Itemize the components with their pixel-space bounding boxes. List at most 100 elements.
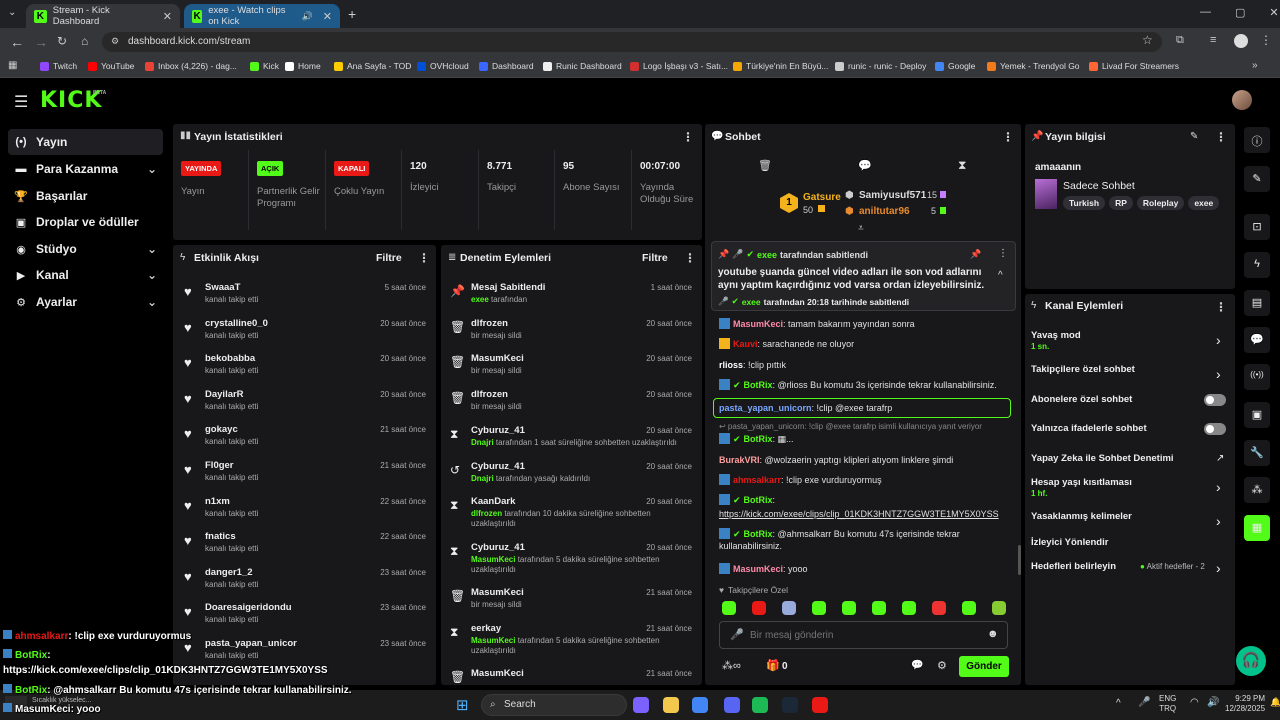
bookmark-8[interactable]: Runic Dashboard [543,61,622,71]
files-icon[interactable] [663,697,679,713]
chat-text[interactable]: https://kick.com/exee/clips/clip_01KDK3H… [719,509,999,519]
channel-action-label[interactable]: Yasaklanmış kelimeler [1031,511,1132,522]
chevron-right-icon[interactable]: › [1216,332,1221,348]
chat-username[interactable]: BurakVRI [719,455,760,465]
discord-icon[interactable] [724,697,740,713]
moderator-name[interactable]: MasumKeci [471,555,515,564]
stream-tag[interactable]: exee [1188,196,1220,210]
stream-tag[interactable]: RP [1109,196,1133,210]
moderator-name[interactable]: MasumKeci [471,636,515,645]
category-name[interactable]: Sadece Sohbet [1063,180,1135,192]
clock[interactable]: 9:29 PM 12/28/2025 [1225,694,1265,714]
tab-exee-clips[interactable]: K exee - Watch clips on Kick 🔊 ✕ [184,4,340,28]
info-menu-icon[interactable]: ⋮ [1215,130,1227,144]
activity-filter-button[interactable]: Filtre [376,252,402,264]
chevron-right-icon[interactable]: › [1216,560,1221,576]
bookmark-6[interactable]: OVHcloud [417,61,469,71]
moderator-name[interactable]: dlfrozen [471,509,502,518]
activity-username[interactable]: crystalline0_0 [205,318,268,329]
channel-action-label[interactable]: Hesap yaşı kısıtlaması [1031,477,1132,488]
media-icon[interactable]: ≡ [1210,34,1216,46]
hamburger-menu-icon[interactable]: ☰ [14,92,28,112]
moderation-target[interactable]: MasumKeci [471,668,524,679]
gift-shop-icon[interactable]: 🎁 [766,659,780,672]
emote-icon[interactable] [782,601,796,615]
taskbar-search[interactable] [481,694,627,716]
emote-icon[interactable] [752,601,766,615]
volume-icon[interactable]: 🔊 [1207,697,1219,708]
window-close-icon[interactable]: ✕ [1269,6,1278,19]
moderation-filter-button[interactable]: Filtre [642,252,668,264]
bookmark-14[interactable]: Livad For Streamers [1089,61,1179,71]
tab-search-icon[interactable]: ⌄ [8,7,16,18]
chat-username[interactable]: BotRix [744,495,773,505]
toggle-switch[interactable] [1204,394,1226,406]
pinned-by-user[interactable]: exee [757,250,777,260]
site-info-icon[interactable]: ⚙ [111,36,119,47]
channel-action-label[interactable]: İzleyici Yönlendir [1031,537,1108,548]
moderation-target[interactable]: eerkay [471,623,501,634]
emote-icon[interactable] [992,601,1006,615]
chat-timer-icon[interactable]: ⧗ [958,158,966,173]
user-avatar[interactable] [1232,90,1252,110]
moderation-target[interactable]: Mesaj Sabitlendi [471,282,545,293]
moderation-target[interactable]: MasumKeci [471,587,524,598]
channel-action-label[interactable]: Takipçilere özel sohbet [1031,364,1135,375]
tray-expand-icon[interactable]: ^ [1116,698,1121,709]
channel-action-label[interactable]: Hedefleri belirleyin [1031,561,1116,572]
moderation-menu-icon[interactable]: ⋮ [684,251,696,265]
chrome-icon[interactable] [692,697,708,713]
bookmark-4[interactable]: Home [285,61,321,71]
tab-stream-dashboard[interactable]: K Stream - Kick Dashboard ✕ [26,4,180,28]
apps-grid-icon[interactable]: ▦ [8,60,17,71]
activity-username[interactable]: bekobabba [205,353,255,364]
chrome-menu-icon[interactable]: ⋮ [1260,33,1272,47]
mic-tray-icon[interactable]: 🎤 [1138,697,1150,708]
chat-message-input[interactable] [750,627,970,643]
bookmark-0[interactable]: Twitch [40,61,77,71]
chevron-down-icon[interactable]: ⌄ [147,242,157,256]
channel-actions-menu-icon[interactable]: ⋮ [1215,300,1227,314]
chat-trash-icon[interactable]: 🗑 [758,159,772,172]
moderation-target[interactable]: Cyburuz_41 [471,542,525,553]
moderator-name[interactable]: Dnajri [471,438,494,447]
emote-icon[interactable] [902,601,916,615]
moderation-target[interactable]: dlfrozen [471,389,508,400]
chevron-right-icon[interactable]: › [1216,479,1221,495]
pinned-menu-icon[interactable]: ⋮ [998,248,1008,259]
chat-users-icon[interactable]: 💬 [911,660,923,671]
new-tab-button[interactable]: + [348,6,356,22]
activity-menu-icon[interactable]: ⋮ [418,251,430,265]
kick-points-icon[interactable]: ⁂∞ [722,659,741,672]
chat-username[interactable]: BotRix [744,380,773,390]
emoji-picker-icon[interactable]: ☻ [987,628,999,640]
toggle-switch[interactable] [1204,423,1226,435]
chat-username[interactable]: BotRix [744,529,773,539]
chat-username[interactable]: MasumKeci [733,319,783,329]
activity-username[interactable]: fnatics [205,531,236,542]
back-icon[interactable]: ← [10,34,24,50]
chat-settings-icon[interactable]: ⚙ [937,659,947,672]
chat-scrollbar[interactable] [1018,545,1021,575]
stream-tag[interactable]: Roleplay [1136,196,1185,210]
home-icon[interactable]: ⌂ [81,34,88,48]
leader-third-name[interactable]: aniltutar96 [859,206,910,217]
leader-second-name[interactable]: Samiyusuf571 [859,190,926,201]
activity-username[interactable]: Doaresaigeridondu [205,602,292,613]
chat-username[interactable]: BotRix [744,434,773,444]
leader-first-name[interactable]: Gatsure [803,192,841,203]
sidebar-item-3[interactable]: ▣ Droplar ve ödüller [8,209,163,235]
extensions-icon[interactable]: ⧉ [1176,34,1184,47]
language-indicator[interactable]: ENG TRQ [1159,694,1176,714]
chat-menu-icon[interactable]: ⋮ [1002,130,1014,144]
moderation-target[interactable]: KaanDark [471,496,515,507]
activity-username[interactable]: gokayc [205,424,238,435]
emote-icon[interactable] [812,601,826,615]
moderation-target[interactable]: Cyburuz_41 [471,425,525,436]
leaderboard-toggle-icon[interactable]: ⩡ [858,223,864,234]
edit-info-icon[interactable]: ✎ [1190,131,1198,142]
tab-close-icon[interactable]: ✕ [323,10,332,23]
channel-action-label[interactable]: Yalnızca ifadelerle sohbet [1031,423,1147,434]
chat-username[interactable]: ahmsalkarr [733,475,781,485]
emote-icon[interactable] [842,601,856,615]
